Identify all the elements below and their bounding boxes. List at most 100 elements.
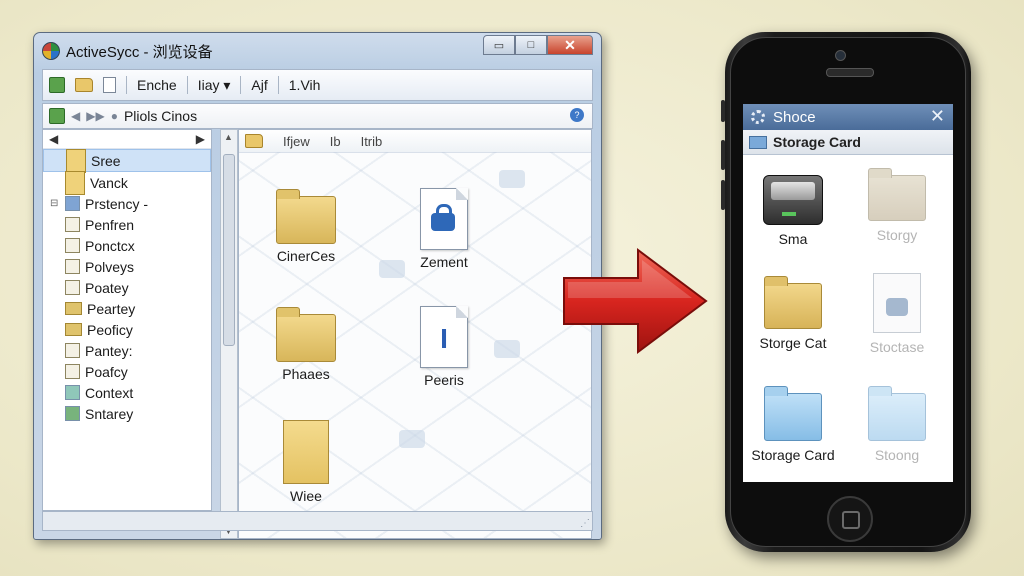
phone-file-item[interactable]: Sma [743, 175, 843, 247]
tree-item[interactable]: Peoficy [43, 319, 211, 340]
folder-icon [276, 307, 336, 362]
speaker-grille [826, 68, 874, 77]
gear-icon[interactable] [751, 110, 765, 124]
tree-item[interactable]: Context [43, 382, 211, 403]
scroll-up-icon[interactable]: ▲ [224, 132, 233, 142]
tree-item[interactable]: Sntarey [43, 403, 211, 424]
phone-file-grid: Sma Storgy Storge Cat Stoctase Storage C… [743, 155, 953, 482]
file-label: Zement [420, 254, 468, 270]
file-label: Phaaes [282, 366, 330, 382]
tree-item[interactable]: Vanck [43, 170, 211, 195]
phone-title-bar: Shoce ✕ [743, 104, 953, 130]
phone-file-item[interactable]: Storage Card [743, 386, 843, 463]
address-path[interactable]: Pliols Cinos [124, 108, 197, 124]
tree-item[interactable]: Peartey [43, 298, 211, 319]
close-icon[interactable]: ✕ [930, 106, 945, 127]
toolbar-menu-vih[interactable]: 1.Vih [289, 77, 321, 93]
tree-item-label: Sntarey [85, 405, 134, 422]
help-icon[interactable]: ? [570, 108, 584, 122]
scroll-right-icon[interactable]: ▶ [196, 132, 205, 146]
tree-item-label: Penfren [85, 216, 135, 233]
toolbar: Enche Iiay ▾ Ajf 1.Vih [42, 69, 593, 101]
address-bar[interactable]: ◀ ▶▶ ● Pliols Cinos ? [42, 103, 593, 129]
folder-tree: ◀ ▶ Sree Vanck ⊟ Prstency - Penfren Ponctcx Po… [42, 129, 212, 511]
folder-icon [749, 135, 767, 149]
tree-item-label: Context [85, 384, 134, 401]
minimize-button[interactable]: ▭ [483, 35, 515, 55]
toolbar-menu-enche[interactable]: Enche [137, 77, 177, 93]
tree-item[interactable]: Ponctcx [43, 235, 211, 256]
window-controls: ▭ □ ✕ [483, 35, 593, 55]
tree-item-label: Polveys [85, 258, 135, 275]
blue-folder-icon [764, 386, 822, 441]
folder-icon [65, 323, 82, 336]
collapse-icon[interactable]: ⊟ [50, 198, 58, 209]
volume-down-button [721, 180, 725, 210]
file-item[interactable]: I Peeris [389, 306, 499, 388]
info-glyph: I [440, 323, 448, 354]
home-button[interactable] [827, 496, 873, 542]
status-bar: ⋰ [42, 511, 593, 531]
folder-icon [65, 406, 80, 421]
volume-up-button [721, 140, 725, 170]
resize-grip-icon[interactable]: ⋰ [580, 518, 590, 529]
tree-item-label: Peoficy [87, 321, 133, 338]
lock-icon [431, 204, 455, 231]
back-icon[interactable]: ◀ [71, 109, 80, 123]
tree-item-label: Sree [91, 152, 121, 169]
phone-file-label: Storgy [876, 227, 918, 243]
phone-screen: Shoce ✕ Storage Card Sma Storgy Storge C… [743, 104, 953, 482]
tree-item-label: Poafcy [85, 363, 128, 380]
column-header-trib[interactable]: Itrib [361, 134, 383, 149]
document-icon [65, 364, 80, 379]
tree-nav: ◀ ▶ [43, 130, 211, 149]
phone-file-item[interactable]: Stoong [847, 386, 947, 463]
document-icon [873, 273, 921, 333]
file-item[interactable]: Zement [389, 188, 499, 270]
column-header-view[interactable]: Ifjew [283, 134, 310, 149]
tree-item[interactable]: Poatey [43, 277, 211, 298]
tree-item[interactable]: Pantey: [43, 340, 211, 361]
folder-icon [276, 189, 336, 244]
tree-item[interactable]: Poafcy [43, 361, 211, 382]
phone-file-item[interactable]: Storge Cat [743, 276, 843, 351]
tree-item-label: Ponctcx [85, 237, 135, 254]
scroll-left-icon[interactable]: ◀ [49, 132, 58, 146]
forward-icon[interactable]: ▶▶ [86, 109, 104, 123]
file-item[interactable]: Wiee [251, 420, 361, 504]
phone-title: Shoce [773, 108, 816, 126]
tree-item-label: Vanck [90, 174, 128, 191]
phone-file-item[interactable]: Storgy [847, 168, 947, 243]
tree-item-label: Prstency - [85, 195, 149, 212]
scrollbar-thumb[interactable] [223, 154, 235, 346]
toolbar-menu-ajf[interactable]: Ajf [251, 77, 267, 93]
vertical-scrollbar[interactable]: ▲ ▼ [220, 129, 238, 539]
file-item[interactable]: Phaaes [251, 307, 361, 382]
phone-file-item[interactable]: Stoctase [847, 273, 947, 355]
tree-item[interactable]: Polveys [43, 256, 211, 277]
sync-icon[interactable] [49, 77, 65, 93]
folder-icon [65, 302, 82, 315]
close-button[interactable]: ✕ [547, 35, 593, 55]
new-page-icon[interactable] [103, 77, 116, 93]
folder-icon[interactable] [75, 78, 93, 92]
tree-item[interactable]: ⊟ Prstency - [43, 193, 211, 214]
document-icon [65, 170, 85, 195]
folder-icon [65, 385, 80, 400]
file-item[interactable]: CinerCes [251, 189, 361, 264]
maximize-button[interactable]: □ [515, 35, 547, 55]
info-document-icon: I [420, 306, 468, 368]
tree-item[interactable]: Penfren [43, 214, 211, 235]
faded-device-icon [499, 170, 525, 188]
document-icon [65, 217, 80, 232]
file-label: Peeris [424, 372, 464, 388]
column-header-ib[interactable]: Ib [330, 134, 341, 149]
column-headers: Ifjew Ib Itrib [239, 130, 591, 153]
location-label: Storage Card [773, 134, 861, 150]
document-icon [65, 259, 80, 274]
tree-list: Sree Vanck ⊟ Prstency - Penfren Ponctcx Polvey… [43, 148, 211, 424]
toolbar-menu-iiay[interactable]: Iiay ▾ [198, 77, 231, 94]
camera-icon [835, 50, 846, 61]
toolbar-separator [277, 76, 279, 94]
tree-item[interactable]: Sree [43, 148, 211, 173]
